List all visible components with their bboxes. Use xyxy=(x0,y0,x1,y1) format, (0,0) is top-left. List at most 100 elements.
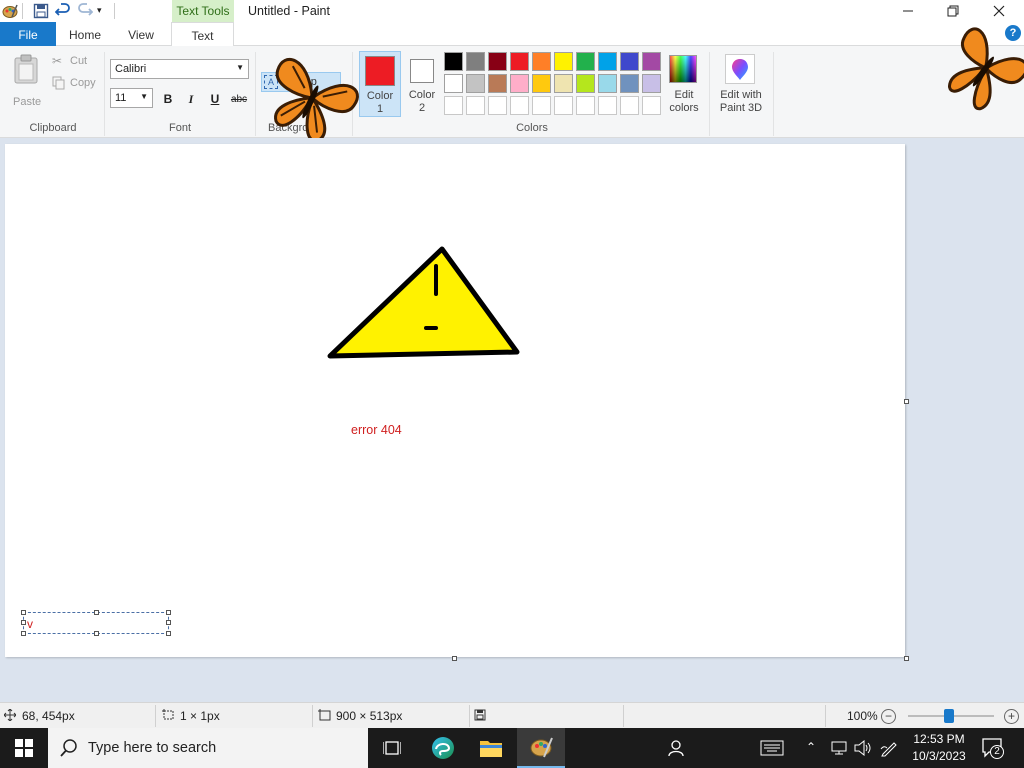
palette-color-swatch[interactable] xyxy=(554,52,573,71)
font-family-select[interactable]: Calibri ▼ xyxy=(110,59,249,79)
people-icon[interactable] xyxy=(652,728,700,768)
bold-button[interactable]: B xyxy=(158,92,178,110)
underline-button[interactable]: U xyxy=(205,92,225,110)
font-size-select[interactable]: 11 ▼ xyxy=(110,88,153,108)
paint-taskbar-icon[interactable] xyxy=(517,728,565,768)
text-input-box[interactable]: v xyxy=(21,610,171,636)
palette-color-swatch[interactable] xyxy=(620,96,639,115)
file-size-icon xyxy=(474,709,486,724)
palette-color-swatch[interactable] xyxy=(554,96,573,115)
palette-color-swatch[interactable] xyxy=(642,52,661,71)
status-divider xyxy=(312,705,313,727)
textbox-resize-handle[interactable] xyxy=(166,610,171,615)
zoom-slider-thumb[interactable] xyxy=(944,709,955,723)
undo-icon[interactable] xyxy=(54,3,71,19)
textbox-resize-handle[interactable] xyxy=(166,620,171,625)
zoom-in-button[interactable]: + xyxy=(1004,709,1019,724)
tab-text[interactable]: Text xyxy=(171,22,234,47)
palette-color-swatch[interactable] xyxy=(510,74,529,93)
drawing-canvas[interactable]: error 404 v xyxy=(5,144,905,657)
palette-color-swatch[interactable] xyxy=(620,74,639,93)
tab-view[interactable]: View xyxy=(118,22,164,46)
textbox-resize-handle[interactable] xyxy=(21,631,26,636)
palette-color-swatch[interactable] xyxy=(510,52,529,71)
textbox-resize-handle[interactable] xyxy=(21,610,26,615)
notification-center-icon[interactable]: 2 xyxy=(982,738,1004,761)
palette-color-swatch[interactable] xyxy=(444,96,463,115)
textbox-resize-handle[interactable] xyxy=(21,620,26,625)
paint3d-icon xyxy=(725,54,755,84)
palette-color-swatch[interactable] xyxy=(598,96,617,115)
palette-color-swatch[interactable] xyxy=(444,52,463,71)
font-size-value: 11 xyxy=(115,92,127,104)
clock-date: 10/3/2023 xyxy=(912,749,966,763)
textbox-resize-handle[interactable] xyxy=(94,631,99,636)
strikethrough-button[interactable]: abc xyxy=(228,94,250,112)
italic-button[interactable]: I xyxy=(181,92,201,110)
color-spectrum-icon xyxy=(669,55,697,83)
palette-color-swatch[interactable] xyxy=(510,96,529,115)
palette-color-swatch[interactable] xyxy=(576,52,595,71)
edit-with-paint3d-button[interactable]: Edit with Paint 3D xyxy=(713,51,769,117)
textbox-resize-handle[interactable] xyxy=(166,631,171,636)
taskbar-search-box[interactable]: Type here to search xyxy=(48,728,368,768)
palette-color-swatch[interactable] xyxy=(642,96,661,115)
save-icon[interactable] xyxy=(33,3,49,19)
palette-color-swatch[interactable] xyxy=(554,74,573,93)
butterfly-decoration-corner xyxy=(948,27,1024,111)
show-hidden-icons-chevron-icon[interactable]: ⌃ xyxy=(806,740,816,754)
task-view-button[interactable] xyxy=(368,728,416,768)
pen-icon[interactable] xyxy=(880,739,898,760)
start-button[interactable] xyxy=(0,728,48,768)
palette-color-swatch[interactable] xyxy=(466,52,485,71)
keyboard-icon[interactable] xyxy=(748,728,796,768)
edge-browser-icon[interactable] xyxy=(419,728,467,768)
palette-color-swatch[interactable] xyxy=(466,74,485,93)
network-icon[interactable] xyxy=(830,740,848,759)
group-divider xyxy=(255,52,256,136)
search-icon xyxy=(60,739,78,760)
palette-color-swatch[interactable] xyxy=(532,96,551,115)
minimize-button[interactable] xyxy=(885,0,931,22)
palette-color-swatch[interactable] xyxy=(576,96,595,115)
cut-button[interactable]: ✂ Cut xyxy=(52,54,98,70)
tab-home[interactable]: Home xyxy=(60,22,110,46)
volume-icon[interactable] xyxy=(854,739,872,759)
palette-color-swatch[interactable] xyxy=(642,74,661,93)
chevron-down-icon: ▼ xyxy=(140,92,148,101)
palette-color-swatch[interactable] xyxy=(620,52,639,71)
canvas-resize-handle-corner[interactable] xyxy=(904,656,909,661)
clock-time: 12:53 PM xyxy=(913,732,965,746)
palette-color-swatch[interactable] xyxy=(466,96,485,115)
palette-color-swatch[interactable] xyxy=(532,52,551,71)
taskbar-clock[interactable]: 12:53 PM 10/3/2023 xyxy=(910,731,968,765)
palette-color-swatch[interactable] xyxy=(488,74,507,93)
canvas-resize-handle-bottom[interactable] xyxy=(452,656,457,661)
edit-colors-button[interactable]: Edit colors xyxy=(664,51,704,117)
zoom-out-button[interactable]: − xyxy=(881,709,896,724)
file-explorer-icon[interactable] xyxy=(467,728,515,768)
tab-file[interactable]: File xyxy=(0,22,56,46)
zoom-slider-track[interactable] xyxy=(908,709,994,723)
palette-color-swatch[interactable] xyxy=(532,74,551,93)
paint-app-icon[interactable] xyxy=(2,3,18,19)
color2-button[interactable]: Color 2 xyxy=(403,51,441,117)
status-divider xyxy=(155,705,156,727)
color1-button[interactable]: Color 1 xyxy=(359,51,401,117)
palette-color-swatch[interactable] xyxy=(576,74,595,93)
status-bar: 68, 454px 1 × 1px 900 × 513px 100% − + xyxy=(0,702,1024,728)
palette-color-swatch[interactable] xyxy=(488,96,507,115)
palette-color-swatch[interactable] xyxy=(488,52,507,71)
canvas-resize-handle-right[interactable] xyxy=(904,399,909,404)
window-title: Untitled - Paint xyxy=(248,4,330,18)
color1-swatch xyxy=(365,56,395,86)
group-divider xyxy=(709,52,710,136)
customize-qat-icon[interactable]: ▾ xyxy=(97,5,113,21)
copy-button[interactable]: Copy xyxy=(52,76,102,92)
palette-color-swatch[interactable] xyxy=(444,74,463,93)
redo-icon[interactable] xyxy=(77,3,94,19)
textbox-resize-handle[interactable] xyxy=(94,610,99,615)
palette-color-swatch[interactable] xyxy=(598,52,617,71)
palette-color-swatch[interactable] xyxy=(598,74,617,93)
paste-button[interactable]: Paste xyxy=(6,52,48,108)
